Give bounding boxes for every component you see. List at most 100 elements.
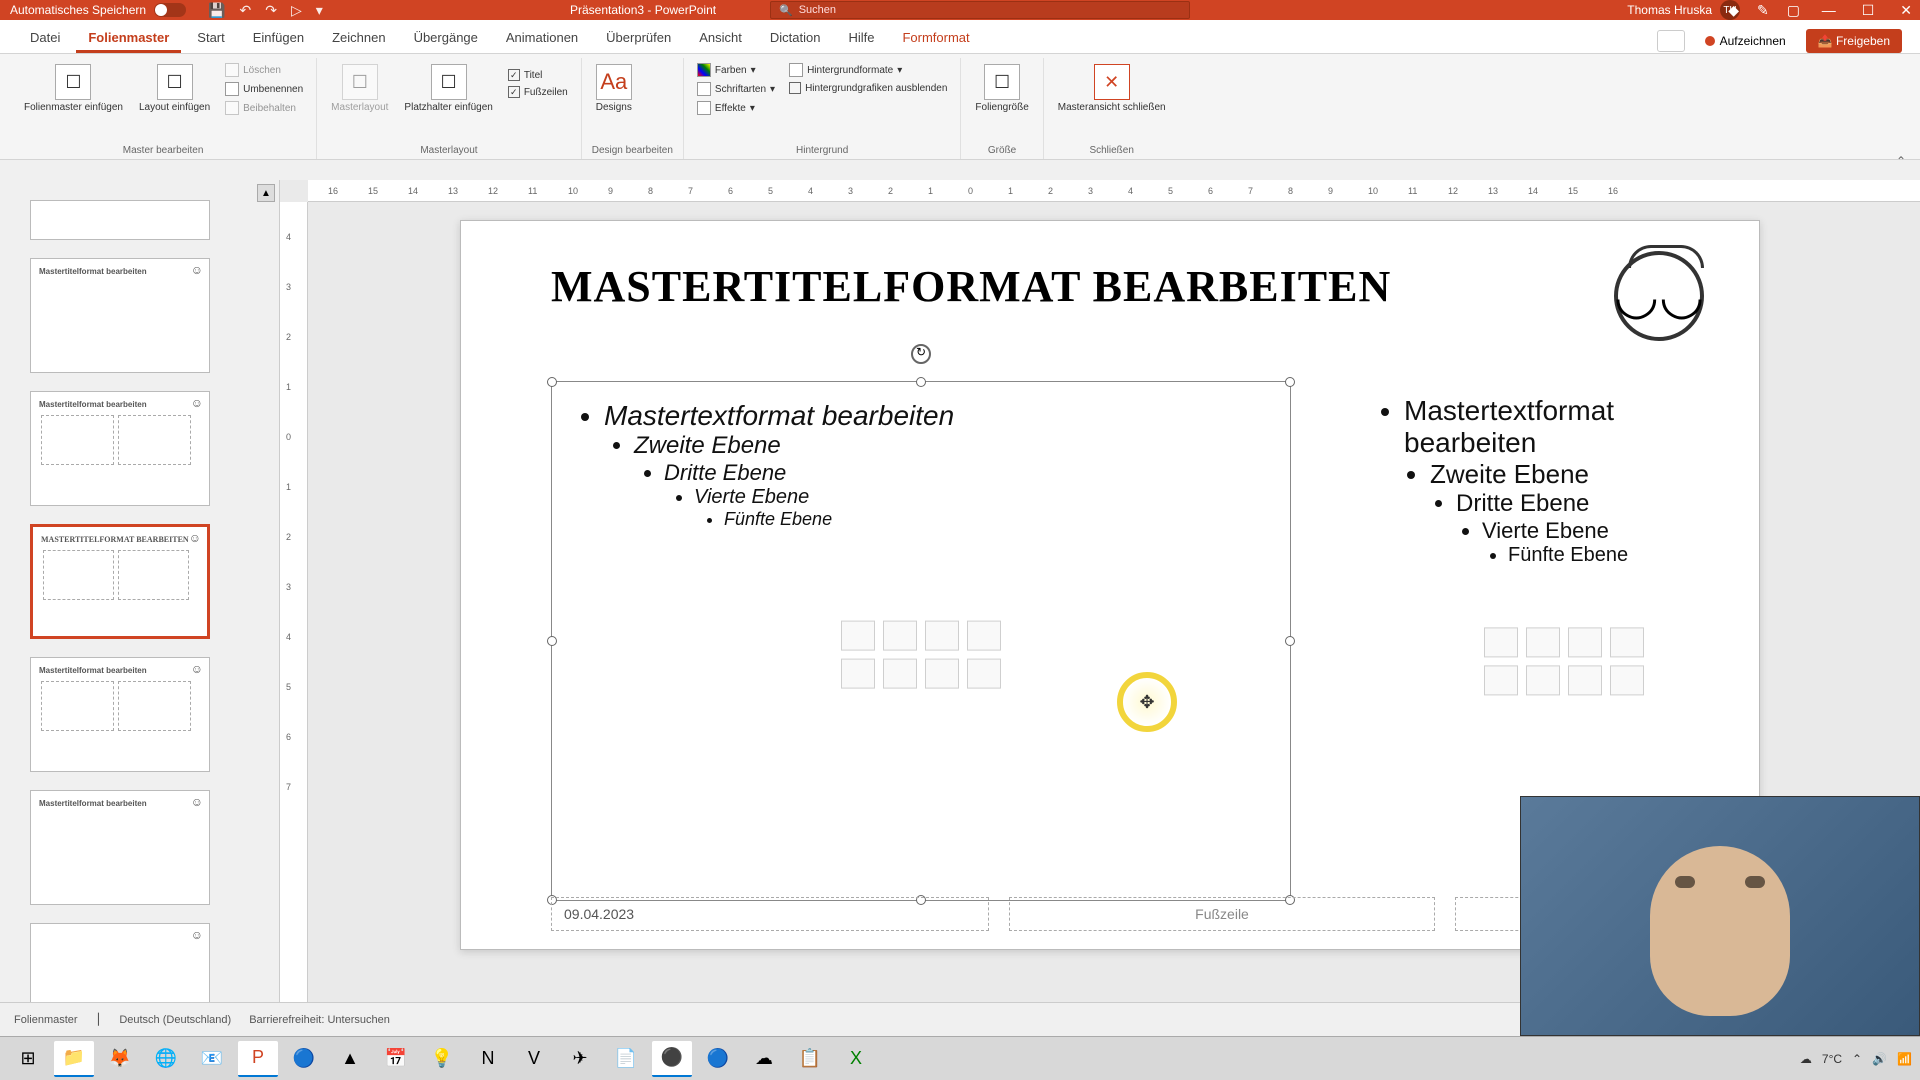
resize-handle[interactable] [1285,636,1295,646]
close-icon[interactable]: ✕ [1900,2,1912,19]
minimize-icon[interactable]: — [1822,2,1836,19]
thumbnail-2[interactable]: ☺ Mastertitelformat bearbeiten [30,258,210,373]
date-placeholder[interactable]: 09.04.2023 [551,897,989,931]
rotate-handle[interactable] [911,344,931,364]
content-placeholder-left[interactable]: Mastertextformat bearbeiten Zweite Ebene… [551,381,1291,901]
list-level-1[interactable]: Mastertextformat bearbeiten [1404,395,1746,459]
record-button[interactable]: Aufzeichnen [1697,30,1794,52]
title-checkbox[interactable]: ✓Titel [505,68,571,82]
tab-folienmaster[interactable]: Folienmaster [76,22,181,53]
tab-uebergaenge[interactable]: Übergänge [402,22,490,53]
search-box[interactable]: 🔍 Suchen [770,1,1190,19]
thumbnail-6[interactable]: ☺ Mastertitelformat bearbeiten [30,790,210,905]
collapse-ribbon-icon[interactable]: ⌃ [1896,154,1906,168]
smartart-icon[interactable] [925,621,959,651]
thumbnail-3[interactable]: ☺ Mastertitelformat bearbeiten [30,391,210,506]
tab-einfuegen[interactable]: Einfügen [241,22,316,53]
firefox-icon[interactable]: 🦊 [100,1041,140,1077]
chart-icon[interactable] [1526,627,1560,657]
app-icon[interactable]: 💡 [422,1041,462,1077]
undo-icon[interactable]: ↶ [240,2,252,19]
onenote-icon[interactable]: N [468,1041,508,1077]
tab-ansicht[interactable]: Ansicht [687,22,754,53]
list-level-4[interactable]: Vierte Ebene [1482,518,1746,544]
picture-icon[interactable] [841,659,875,689]
tab-dictation[interactable]: Dictation [758,22,833,53]
thumbnail-panel[interactable]: ▲ ☺ Mastertitelformat bearbeiten ☺ Maste… [0,180,280,1046]
online-pic-icon[interactable] [883,659,917,689]
tab-animationen[interactable]: Animationen [494,22,590,53]
vlc-icon[interactable]: ▲ [330,1041,370,1077]
list-level-5[interactable]: Fünfte Ebene [1508,544,1746,567]
app-icon[interactable]: 🔵 [284,1041,324,1077]
window-icon[interactable]: ▢ [1787,2,1800,19]
designs-button[interactable]: AaDesigns [592,62,636,115]
explorer-icon[interactable]: 📁 [54,1041,94,1077]
video-icon[interactable] [1568,665,1602,695]
thumbnail-1[interactable] [30,200,210,240]
scroll-up-icon[interactable]: ▲ [257,184,275,202]
colors-dropdown[interactable]: Farben ▾ [694,62,778,78]
powerpoint-icon[interactable]: P [238,1041,278,1077]
start-menu-icon[interactable]: ⊞ [8,1041,48,1077]
slide-title-placeholder[interactable]: MASTERTITELFORMAT BEARBEITEN [551,261,1391,312]
app-icon[interactable]: V [514,1041,554,1077]
list-level-5[interactable]: Fünfte Ebene [724,509,1262,530]
icon-icon[interactable] [1610,665,1644,695]
fonts-dropdown[interactable]: Schriftarten ▾ [694,81,778,97]
resize-handle[interactable] [547,377,557,387]
3d-icon[interactable] [1610,627,1644,657]
excel-icon[interactable]: X [836,1041,876,1077]
app-icon[interactable]: ☁ [744,1041,784,1077]
diamond-icon[interactable]: ◆ [1728,2,1739,19]
icon-icon[interactable] [967,659,1001,689]
list-level-3[interactable]: Dritte Ebene [1456,490,1746,518]
insert-slidemaster-button[interactable]: ☐Folienmaster einfügen [20,62,127,115]
table-icon[interactable] [1484,627,1518,657]
picture-icon[interactable] [1484,665,1518,695]
video-icon[interactable] [925,659,959,689]
tab-hilfe[interactable]: Hilfe [836,22,886,53]
footer-placeholder[interactable]: Fußzeile [1009,897,1435,931]
save-icon[interactable]: 💾 [208,2,225,19]
chrome-icon[interactable]: 🌐 [146,1041,186,1077]
status-accessibility[interactable]: Barrierefreiheit: Untersuchen [249,1014,390,1026]
obs-icon[interactable]: ⚫ [652,1041,692,1077]
rename-button[interactable]: Umbenennen [222,81,306,97]
footers-checkbox[interactable]: ✓Fußzeilen [505,85,571,99]
resize-handle[interactable] [1285,377,1295,387]
resize-handle[interactable] [547,636,557,646]
smiley-icon[interactable]: ◡◡ [1614,251,1704,341]
bg-formats-dropdown[interactable]: Hintergrundformate ▾ [786,62,950,78]
thumbnail-5[interactable]: ☺ Mastertitelformat bearbeiten [30,657,210,772]
tab-ueberpruefen[interactable]: Überprüfen [594,22,683,53]
autosave-toggle[interactable] [154,3,186,17]
maximize-icon[interactable]: ☐ [1862,2,1875,19]
comments-icon[interactable] [1657,30,1685,52]
outlook-icon[interactable]: 📧 [192,1041,232,1077]
insert-layout-button[interactable]: ☐Layout einfügen [135,62,214,115]
resize-handle[interactable] [916,377,926,387]
online-pic-icon[interactable] [1526,665,1560,695]
status-language[interactable]: Deutsch (Deutschland) [119,1014,231,1026]
tray-chevron-icon[interactable]: ⌃ [1852,1052,1862,1066]
redo-icon[interactable]: ↷ [265,2,277,19]
placeholder-button[interactable]: ☐Platzhalter einfügen [400,62,496,115]
effects-dropdown[interactable]: Effekte ▾ [694,100,778,116]
slidesize-button[interactable]: ☐Foliengröße [971,62,1032,115]
tab-start[interactable]: Start [185,22,236,53]
3d-icon[interactable] [967,621,1001,651]
app-icon[interactable]: 🔵 [698,1041,738,1077]
pen-icon[interactable]: ✎ [1757,2,1769,19]
list-level-4[interactable]: Vierte Ebene [694,486,1262,509]
table-icon[interactable] [841,621,875,651]
thumbnail-4[interactable]: ☺ MASTERTITELFORMAT BEARBEITEN [30,524,210,639]
close-master-button[interactable]: ✕Masteransicht schließen [1054,62,1170,115]
hide-bg-checkbox[interactable]: Hintergrundgrafiken ausblenden [786,81,950,95]
list-level-2[interactable]: Zweite Ebene [1430,459,1746,490]
tray-icon[interactable]: 🔊 [1872,1052,1887,1066]
list-level-1[interactable]: Mastertextformat bearbeiten [604,400,1262,432]
list-level-2[interactable]: Zweite Ebene [634,432,1262,460]
list-level-3[interactable]: Dritte Ebene [664,460,1262,486]
start-icon[interactable]: ▷ [291,2,302,19]
